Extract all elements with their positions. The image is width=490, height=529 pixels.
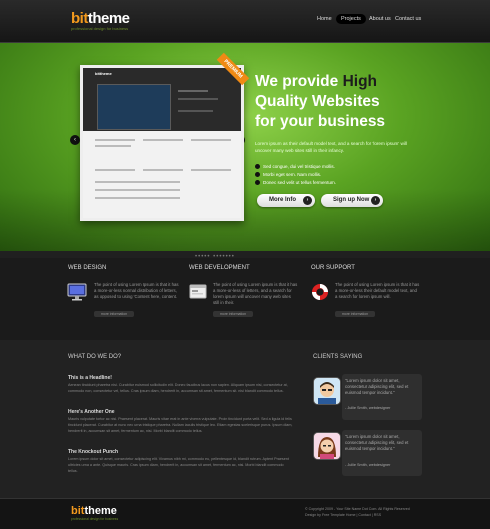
testimonial-author: - Jullie Smith, webdesigner (345, 463, 391, 467)
preview-body (83, 131, 241, 218)
bullet-dot-icon (255, 180, 260, 186)
paragraph-title: This is a Headline! (68, 375, 112, 381)
logo[interactable]: bittheme (71, 10, 130, 27)
preview-line (178, 90, 208, 92)
slider-prev-button[interactable]: ‹ (70, 135, 80, 145)
arrow-right-icon: › (303, 196, 312, 205)
preview-line (95, 189, 180, 191)
logo-part-b: theme (87, 10, 130, 27)
logo-part-a: bit (71, 10, 88, 27)
nav-about-us[interactable]: About us (369, 16, 391, 22)
service-title: WEB DEVELOPMENT (189, 265, 250, 271)
paragraph-text: Aenean tincidunt pharetra nisi. Curabitu… (68, 383, 288, 393)
sign-up-button[interactable]: Sign up Now › (321, 194, 383, 207)
man-avatar-icon (314, 378, 340, 404)
headline-part-1: We provide (255, 73, 343, 90)
preview-slide (97, 84, 171, 130)
footer-links[interactable]: Design by Free Template Home | Contact |… (305, 513, 381, 517)
about-title: WHAT DO WE DO? (68, 354, 122, 360)
bullet-text: Sed congue, dui vel tristique mollis. (263, 164, 336, 169)
woman-avatar-icon (314, 433, 340, 459)
paragraph-text: Lorem ipsum dolor sit amet, consectetur … (68, 457, 289, 473)
paragraph-title: The Knockout Punch (68, 449, 118, 455)
footer-logo-part-a: bit (71, 505, 85, 517)
nav-home[interactable]: Home (317, 16, 332, 22)
more-info-label: More Info (269, 197, 296, 203)
preview-line (191, 139, 231, 141)
headline-part-3: for your business (255, 113, 386, 130)
preview-line (143, 139, 183, 141)
testimonial-author: - Jullie Smith, webdesigner (345, 406, 391, 410)
headline-part-2: Quality Websites (255, 93, 380, 110)
our-support-more-button[interactable]: more information (335, 311, 375, 317)
hero-bullet: Sed congue, dui vel tristique mollis. (255, 164, 336, 170)
preview-line (95, 197, 180, 199)
tagline: professional design for business (71, 26, 129, 31)
client-avatar (313, 432, 341, 460)
more-info-button[interactable]: More Info › (257, 194, 315, 207)
template-preview-image[interactable]: bittheme (80, 65, 244, 221)
preview-logo: bittheme (95, 71, 112, 76)
preview-line (95, 139, 135, 141)
footer-tagline: professional design for business (71, 517, 119, 521)
service-text: The point of using Lorem Ipsum is that i… (94, 282, 179, 299)
monitor-icon (67, 283, 87, 301)
service-text: The point of using Lorem ipsum is that i… (213, 282, 298, 305)
bullet-dot-icon (255, 164, 260, 170)
nav-projects[interactable]: Projects (336, 14, 366, 24)
preview-line (178, 110, 213, 112)
footer-logo[interactable]: bittheme (71, 505, 117, 517)
hero-description: Lorem ipsum as their default model text,… (255, 141, 407, 153)
service-text: The point of using Lorem ipsum is that i… (335, 282, 420, 299)
preview-line (95, 145, 131, 147)
headline-highlight: High (342, 73, 378, 90)
preview-header: bittheme (83, 68, 241, 131)
browser-window-icon (189, 284, 207, 299)
bullet-text: Morbi eget sem. Nam mollis. (263, 172, 322, 177)
preview-line (95, 181, 180, 183)
nav-contact-us[interactable]: Contact us (395, 16, 421, 22)
service-title: WEB DESIGN (68, 265, 107, 271)
preview-line (143, 169, 183, 171)
lifebuoy-icon (312, 284, 328, 300)
paragraph-title: Here's Another One (68, 409, 115, 415)
testimonial-text: "Lorem ipsum dolor sit amet, consectetur… (345, 434, 409, 451)
arrow-right-icon: › (371, 196, 380, 205)
preview-line (95, 169, 135, 171)
testimonial-text: "Lorem ipsum dolor sit amet, consectetur… (345, 378, 409, 395)
sign-up-label: Sign up Now (333, 197, 370, 203)
preview-line (178, 98, 218, 100)
web-development-more-button[interactable]: more information (213, 311, 253, 317)
client-avatar (313, 377, 341, 405)
footer-logo-part-b: theme (84, 505, 117, 517)
copyright-text: © Copyright 2009 - Your Site Name Dot Co… (305, 507, 410, 511)
hero-headline: We provide High Quality Websites for you… (255, 72, 475, 132)
web-design-more-button[interactable]: more information (94, 311, 134, 317)
paragraph-text: Mauris vulputate tortor ac nisl. Praesen… (68, 417, 293, 433)
service-title: OUR SUPPORT (311, 265, 355, 271)
hero-bullet: Morbi eget sem. Nam mollis. (255, 172, 322, 178)
bullet-text: Donec sed velit ut tellus fermentum. (263, 180, 337, 185)
bullet-dot-icon (255, 172, 260, 178)
hero-bullet: Donec sed velit ut tellus fermentum. (255, 180, 337, 186)
preview-line (191, 169, 231, 171)
clients-title: CLIENTS SAYING (313, 354, 363, 360)
